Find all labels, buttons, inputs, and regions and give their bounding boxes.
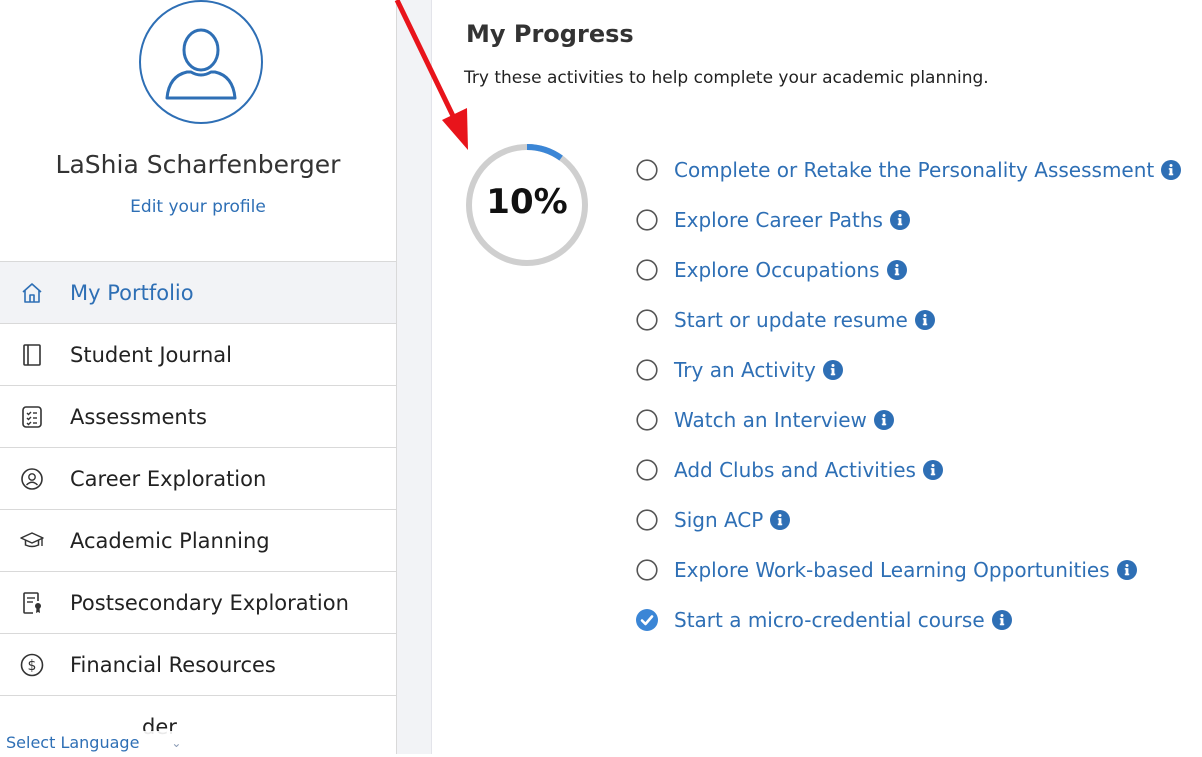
chevron-down-icon: ⌄ bbox=[171, 735, 182, 750]
empty-circle-icon[interactable] bbox=[636, 359, 658, 381]
activity-item[interactable]: Start a micro-credential course bbox=[636, 590, 1181, 650]
info-icon[interactable] bbox=[822, 360, 843, 380]
sidebar-nav: My Portfolio Student Journal Assessments… bbox=[0, 261, 396, 757]
user-name: LaShia Scharfenberger bbox=[55, 150, 341, 179]
info-icon[interactable] bbox=[886, 260, 907, 280]
activity-list: Complete or Retake the Personality Asses… bbox=[636, 150, 1182, 650]
sidebar-item-label: Assessments bbox=[70, 404, 207, 429]
activity-label[interactable]: Sign ACP bbox=[674, 508, 763, 532]
activity-label[interactable]: Explore Career Paths bbox=[674, 208, 883, 232]
sidebar-item-label: Financial Resources bbox=[70, 652, 276, 677]
activity-label[interactable]: Start or update resume bbox=[674, 308, 908, 332]
sidebar-gutter bbox=[397, 0, 432, 754]
info-icon[interactable] bbox=[1116, 560, 1137, 580]
sidebar-item-academic-planning[interactable]: Academic Planning bbox=[0, 509, 396, 571]
activity-label[interactable]: Explore Occupations bbox=[674, 258, 880, 282]
info-icon[interactable] bbox=[770, 510, 791, 530]
empty-circle-icon[interactable] bbox=[636, 309, 658, 331]
main-content: My Progress Try these activities to help… bbox=[432, 0, 1202, 754]
avatar[interactable] bbox=[139, 0, 263, 124]
empty-circle-icon[interactable] bbox=[636, 259, 658, 281]
empty-circle-icon[interactable] bbox=[636, 409, 658, 431]
sidebar-item-student-journal[interactable]: Student Journal bbox=[0, 323, 396, 385]
user-avatar-icon bbox=[165, 28, 237, 100]
sidebar-item-financial-resources[interactable]: $ Financial Resources bbox=[0, 633, 396, 695]
edit-profile-link[interactable]: Edit your profile bbox=[0, 197, 396, 217]
language-select[interactable]: Select Language ⌄ bbox=[0, 731, 200, 754]
home-icon bbox=[20, 281, 44, 305]
page-subtitle: Try these activities to help complete yo… bbox=[464, 68, 989, 88]
language-select-label: Select Language bbox=[6, 733, 140, 752]
svg-text:$: $ bbox=[28, 658, 37, 674]
journal-icon bbox=[20, 343, 44, 367]
activity-label[interactable]: Explore Work-based Learning Opportunitie… bbox=[674, 558, 1110, 582]
sidebar-item-label: Postsecondary Exploration bbox=[70, 590, 349, 615]
info-icon[interactable] bbox=[922, 460, 943, 480]
sidebar-item-label: Academic Planning bbox=[70, 528, 270, 553]
sidebar: LaShia Scharfenberger Edit your profile … bbox=[0, 0, 397, 754]
sidebar-item-postsecondary-exploration[interactable]: Postsecondary Exploration bbox=[0, 571, 396, 633]
empty-circle-icon[interactable] bbox=[636, 559, 658, 581]
info-icon[interactable] bbox=[1161, 160, 1182, 180]
checked-circle-icon bbox=[636, 609, 658, 631]
graduation-cap-icon bbox=[20, 529, 44, 553]
sidebar-item-my-portfolio[interactable]: My Portfolio bbox=[0, 261, 396, 323]
dollar-circle-icon: $ bbox=[20, 653, 44, 677]
person-circle-icon bbox=[20, 467, 44, 491]
activity-label[interactable]: Add Clubs and Activities bbox=[674, 458, 916, 482]
page-title: My Progress bbox=[466, 20, 634, 48]
info-icon[interactable] bbox=[991, 610, 1012, 630]
activity-label[interactable]: Watch an Interview bbox=[674, 408, 867, 432]
checklist-icon bbox=[20, 405, 44, 429]
info-icon[interactable] bbox=[914, 310, 935, 330]
sidebar-item-label: Student Journal bbox=[70, 342, 232, 367]
empty-circle-icon[interactable] bbox=[636, 209, 658, 231]
progress-percent: 10% bbox=[486, 182, 568, 222]
info-icon[interactable] bbox=[889, 210, 910, 230]
empty-circle-icon[interactable] bbox=[636, 459, 658, 481]
sidebar-item-career-exploration[interactable]: Career Exploration bbox=[0, 447, 396, 509]
activity-label[interactable]: Complete or Retake the Personality Asses… bbox=[674, 158, 1154, 182]
activity-label[interactable]: Start a micro-credential course bbox=[674, 608, 985, 632]
info-icon[interactable] bbox=[873, 410, 894, 430]
document-award-icon bbox=[20, 591, 44, 615]
empty-circle-icon[interactable] bbox=[636, 509, 658, 531]
sidebar-item-label: My Portfolio bbox=[70, 280, 194, 305]
empty-circle-icon[interactable] bbox=[636, 159, 658, 181]
sidebar-item-assessments[interactable]: Assessments bbox=[0, 385, 396, 447]
sidebar-item-label: Career Exploration bbox=[70, 466, 267, 491]
activity-label[interactable]: Try an Activity bbox=[674, 358, 816, 382]
